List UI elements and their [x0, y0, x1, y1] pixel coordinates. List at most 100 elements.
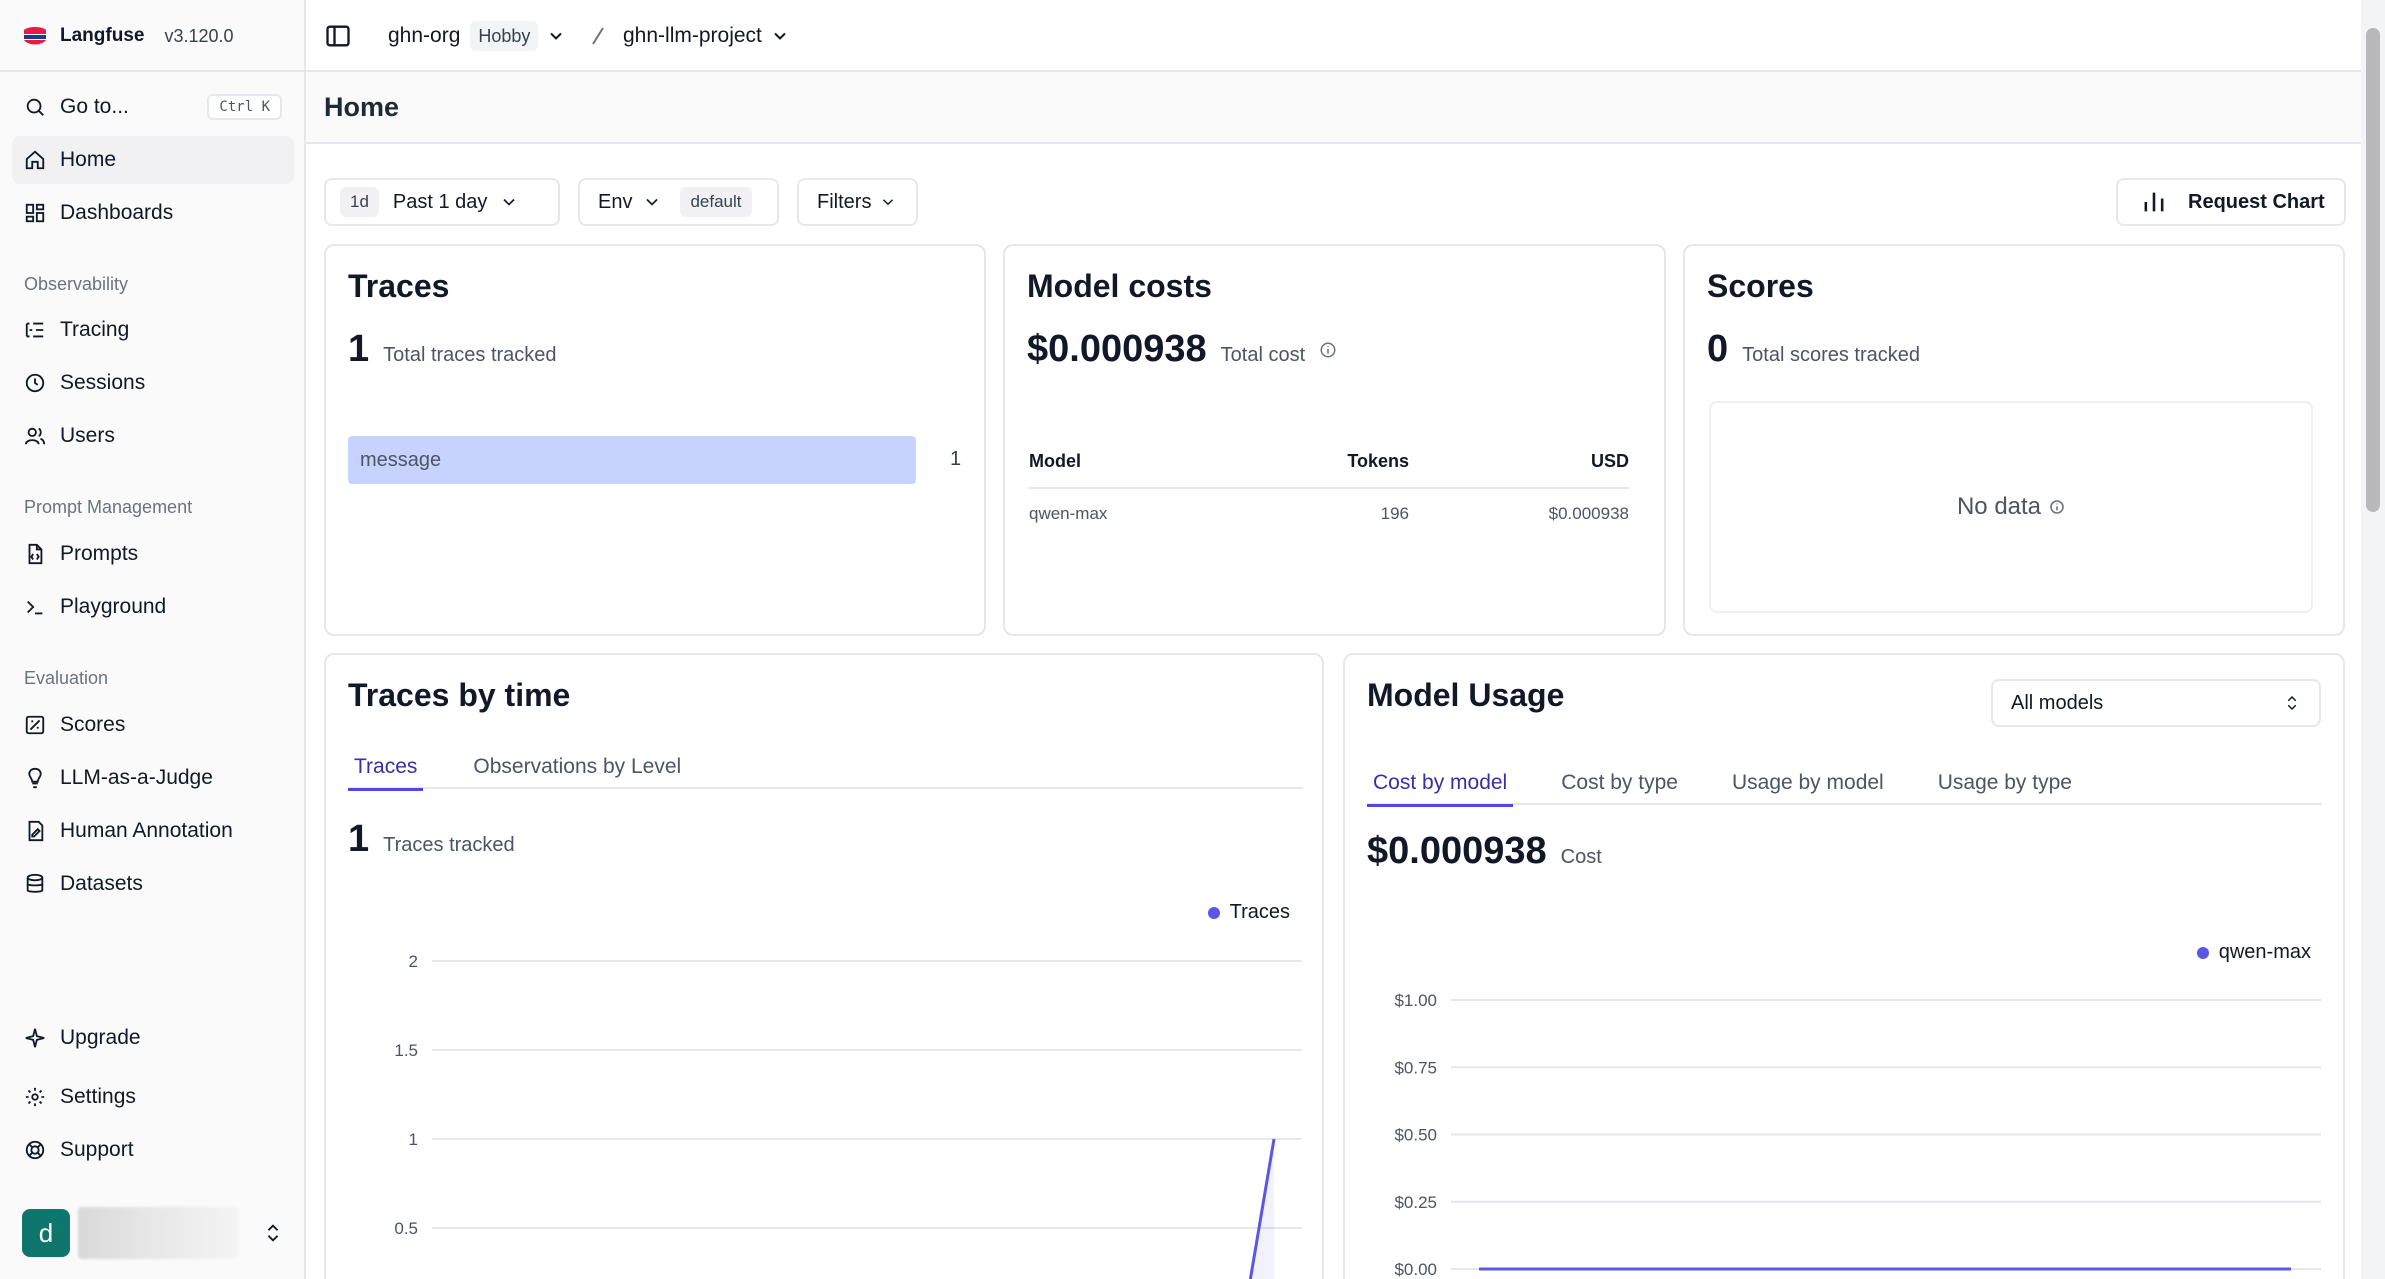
scores-count-label: Total scores tracked [1742, 344, 1920, 366]
gear-icon [24, 1086, 46, 1108]
date-range-picker[interactable]: 1d Past 1 day [324, 178, 560, 226]
sidebar-item-prompts[interactable]: Prompts [12, 530, 294, 578]
table-cell: qwen-max [1029, 503, 1108, 523]
filters-button[interactable]: Filters [797, 178, 918, 226]
section-observability: Observability [24, 274, 129, 294]
env-filter[interactable]: Env default [578, 178, 779, 226]
sidebar-item-label: Sessions [60, 371, 146, 394]
table-row: qwen-max 196 $0.000938 [1029, 488, 1629, 538]
sidebar-item-dashboards[interactable]: Dashboards [12, 189, 294, 237]
chevron-down-icon [503, 198, 516, 206]
sidebar-item-llm-as-a-judge[interactable]: LLM-as-a-Judge [12, 754, 294, 802]
request-chart-button[interactable]: Request Chart [2116, 178, 2346, 226]
sidebar: Langfuse v3.120.0 Go to... Ctrl K Home D… [0, 0, 306, 1279]
scrollbar-thumb[interactable] [2366, 28, 2380, 512]
env-value: default [680, 187, 752, 217]
model-costs-total: $0.000938 [1027, 328, 1207, 370]
sidebar-item-label: Playground [60, 595, 167, 618]
org-switcher[interactable]: ghn-org Hobby [388, 21, 566, 51]
scrollbar[interactable] [2361, 0, 2385, 1279]
date-range-label: Past 1 day [392, 190, 488, 213]
score-icon [24, 714, 46, 736]
sidebar-item-label: LLM-as-a-Judge [60, 766, 213, 789]
user-menu[interactable]: d [22, 1207, 284, 1259]
plan-badge: Hobby [470, 21, 539, 51]
section-evaluation: Evaluation [24, 668, 109, 688]
model-costs-total-label: Total cost [1220, 344, 1306, 366]
sidebar-item-label: Home [60, 148, 117, 171]
scores-metric: 0 Total scores tracked [1707, 328, 1920, 371]
goto-shortcut: Ctrl K [207, 94, 282, 120]
sidebar-item-human-annotation[interactable]: Human Annotation [12, 807, 294, 855]
traces-count-label: Total traces tracked [383, 344, 557, 366]
y-tick-label: 1 [409, 1130, 418, 1149]
sparkle-icon [24, 1027, 46, 1049]
sidebar-item-sessions[interactable]: Sessions [12, 359, 294, 407]
avatar: d [22, 1209, 70, 1257]
traces-line-chart: 2 1.5 1 0.5 [394, 952, 1302, 1279]
page-header: Home [306, 72, 2361, 144]
chevron-down-icon [774, 32, 786, 40]
project-switcher[interactable]: ghn-llm-project [623, 22, 790, 50]
chevron-down-icon [883, 199, 894, 206]
sidebar-item-users[interactable]: Users [12, 412, 294, 460]
trace-name-value: 1 [950, 448, 962, 470]
chevron-up-down-icon [267, 1224, 279, 1242]
sidebar-item-scores[interactable]: Scores [12, 701, 294, 749]
table-cell: $0.000938 [1548, 503, 1629, 523]
y-tick-label: 1.5 [394, 1041, 418, 1060]
y-tick-label: $0.00 [1394, 1260, 1437, 1279]
scores-count: 0 [1707, 328, 1729, 370]
table-header: Tokens [1299, 436, 1409, 489]
traces-count: 1 [348, 328, 370, 370]
info-icon[interactable] [2049, 499, 2065, 515]
page-title: Home [324, 92, 400, 122]
sidebar-item-upgrade[interactable]: Upgrade [12, 1014, 294, 1062]
sidebar-item-home[interactable]: Home [12, 136, 294, 184]
model-costs-metric: $0.000938 Total cost [1027, 328, 1337, 371]
sidebar-item-playground[interactable]: Playground [12, 583, 294, 631]
user-name-redacted [78, 1207, 238, 1259]
y-tick-label: $0.25 [1394, 1193, 1437, 1212]
info-icon[interactable] [1319, 341, 1337, 359]
users-icon [24, 425, 46, 447]
traces-card: Traces 1 Total traces tracked message 1 [324, 244, 986, 636]
goto-label: Go to... [60, 95, 129, 118]
chevron-down-icon [550, 32, 563, 40]
sidebar-item-label: Users [60, 424, 115, 447]
traces-title: Traces [348, 268, 450, 304]
sidebar-item-label: Settings [60, 1085, 136, 1108]
brand[interactable]: Langfuse v3.120.0 [22, 22, 234, 50]
slash-separator-icon [592, 27, 604, 45]
sidebar-item-label: Prompts [60, 542, 139, 565]
sidebar-item-tracing[interactable]: Tracing [12, 306, 294, 354]
sidebar-item-label: Datasets [60, 872, 143, 895]
file-code-icon [24, 543, 46, 565]
sidebar-item-label: Support [60, 1138, 134, 1161]
annotation-icon [24, 820, 46, 842]
goto-search[interactable]: Go to... Ctrl K [12, 83, 294, 131]
langfuse-logo-icon [24, 27, 46, 45]
model-usage-card: Model Usage All models Cost by model Cos… [1343, 653, 2345, 1279]
table-header: USD [1409, 436, 1629, 489]
y-tick-label: $0.75 [1394, 1058, 1437, 1077]
home-icon [24, 149, 46, 171]
trace-name-bar: message [348, 436, 916, 484]
sidebar-item-settings[interactable]: Settings [12, 1073, 294, 1121]
org-name: ghn-org [388, 24, 461, 47]
sidebar-item-label: Human Annotation [60, 819, 233, 842]
sidebar-item-datasets[interactable]: Datasets [12, 860, 294, 908]
y-tick-label: 2 [409, 952, 418, 971]
sidebar-toggle-icon[interactable] [324, 22, 352, 50]
filters-label: Filters [817, 190, 872, 213]
y-tick-label: $0.50 [1394, 1126, 1437, 1145]
sidebar-item-support[interactable]: Support [12, 1126, 294, 1174]
project-name: ghn-llm-project [623, 24, 762, 47]
scores-card: Scores 0 Total scores tracked No data [1683, 244, 2345, 636]
scores-title: Scores [1707, 268, 1814, 304]
table-header-row: Model Tokens USD [1029, 436, 1629, 489]
traces-metric: 1 Total traces tracked [348, 328, 557, 371]
bar-chart-icon [2144, 192, 2164, 212]
y-tick-label: 0.5 [394, 1219, 418, 1238]
sidebar-item-label: Tracing [60, 318, 130, 341]
